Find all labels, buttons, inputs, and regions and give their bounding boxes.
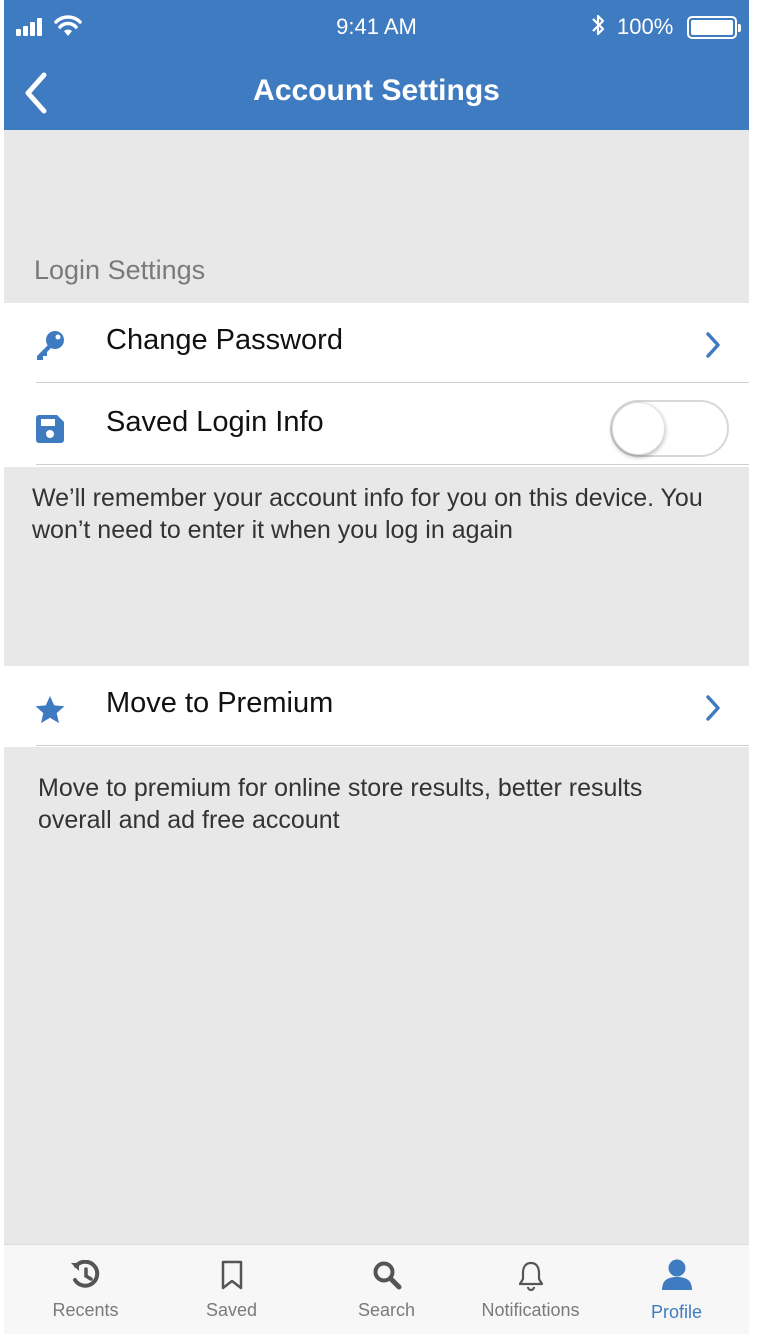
floppy-disk-icon: [36, 415, 64, 443]
saved-login-note: We’ll remember your account info for you…: [32, 484, 703, 544]
tab-label: Profile: [650, 1302, 703, 1322]
tab-recents[interactable]: Recents: [11, 1245, 160, 1334]
battery-percent: 100%: [617, 14, 674, 39]
tab-profile[interactable]: Profile: [602, 1245, 749, 1334]
saved-login-row: Saved Login Info: [4, 385, 749, 465]
search-icon: [373, 1261, 401, 1290]
tab-label: Search: [357, 1300, 416, 1320]
screen: 9:41 AM 100% Account Settings Login Sett…: [4, 0, 749, 1334]
key-icon: [37, 331, 64, 360]
move-to-premium-row[interactable]: Move to Premium: [4, 666, 749, 746]
tab-label: Recents: [52, 1300, 119, 1320]
saved-login-toggle[interactable]: [610, 400, 729, 457]
battery-icon: [687, 16, 741, 39]
user-icon: [661, 1259, 692, 1290]
bookmark-icon: [221, 1260, 242, 1290]
premium-note: Move to premium for online store results…: [38, 774, 643, 834]
toggle-knob: [612, 402, 665, 455]
premium-group: Move to Premium: [4, 666, 749, 747]
saved-login-label: Saved Login Info: [106, 406, 324, 438]
page-title: Account Settings: [253, 74, 500, 107]
row-divider: [36, 382, 749, 383]
change-password-row[interactable]: Change Password: [4, 303, 749, 383]
row-divider: [36, 464, 749, 465]
history-icon: [70, 1260, 99, 1288]
tab-notifications[interactable]: Notifications: [456, 1245, 605, 1334]
bluetooth-icon: [592, 14, 605, 36]
star-icon: [35, 696, 65, 724]
login-settings-heading: Login Settings: [34, 255, 206, 285]
chevron-right-icon: [706, 332, 720, 358]
move-to-premium-label: Move to Premium: [106, 687, 334, 719]
tab-label: Saved: [205, 1300, 258, 1320]
bell-icon: [518, 1261, 543, 1292]
chevron-right-icon: [706, 695, 720, 721]
status-bar: 9:41 AM 100%: [4, 0, 749, 50]
tab-label: Notifications: [481, 1300, 580, 1320]
app-header: 9:41 AM 100% Account Settings: [4, 0, 749, 130]
tab-bar: Recents Saved Search Notifications Profi…: [4, 1244, 749, 1334]
row-divider: [36, 745, 749, 746]
tab-search[interactable]: Search: [312, 1245, 461, 1334]
tab-saved[interactable]: Saved: [157, 1245, 306, 1334]
login-settings-group: Change Password Saved Login Info: [4, 303, 749, 467]
change-password-label: Change Password: [106, 324, 343, 356]
